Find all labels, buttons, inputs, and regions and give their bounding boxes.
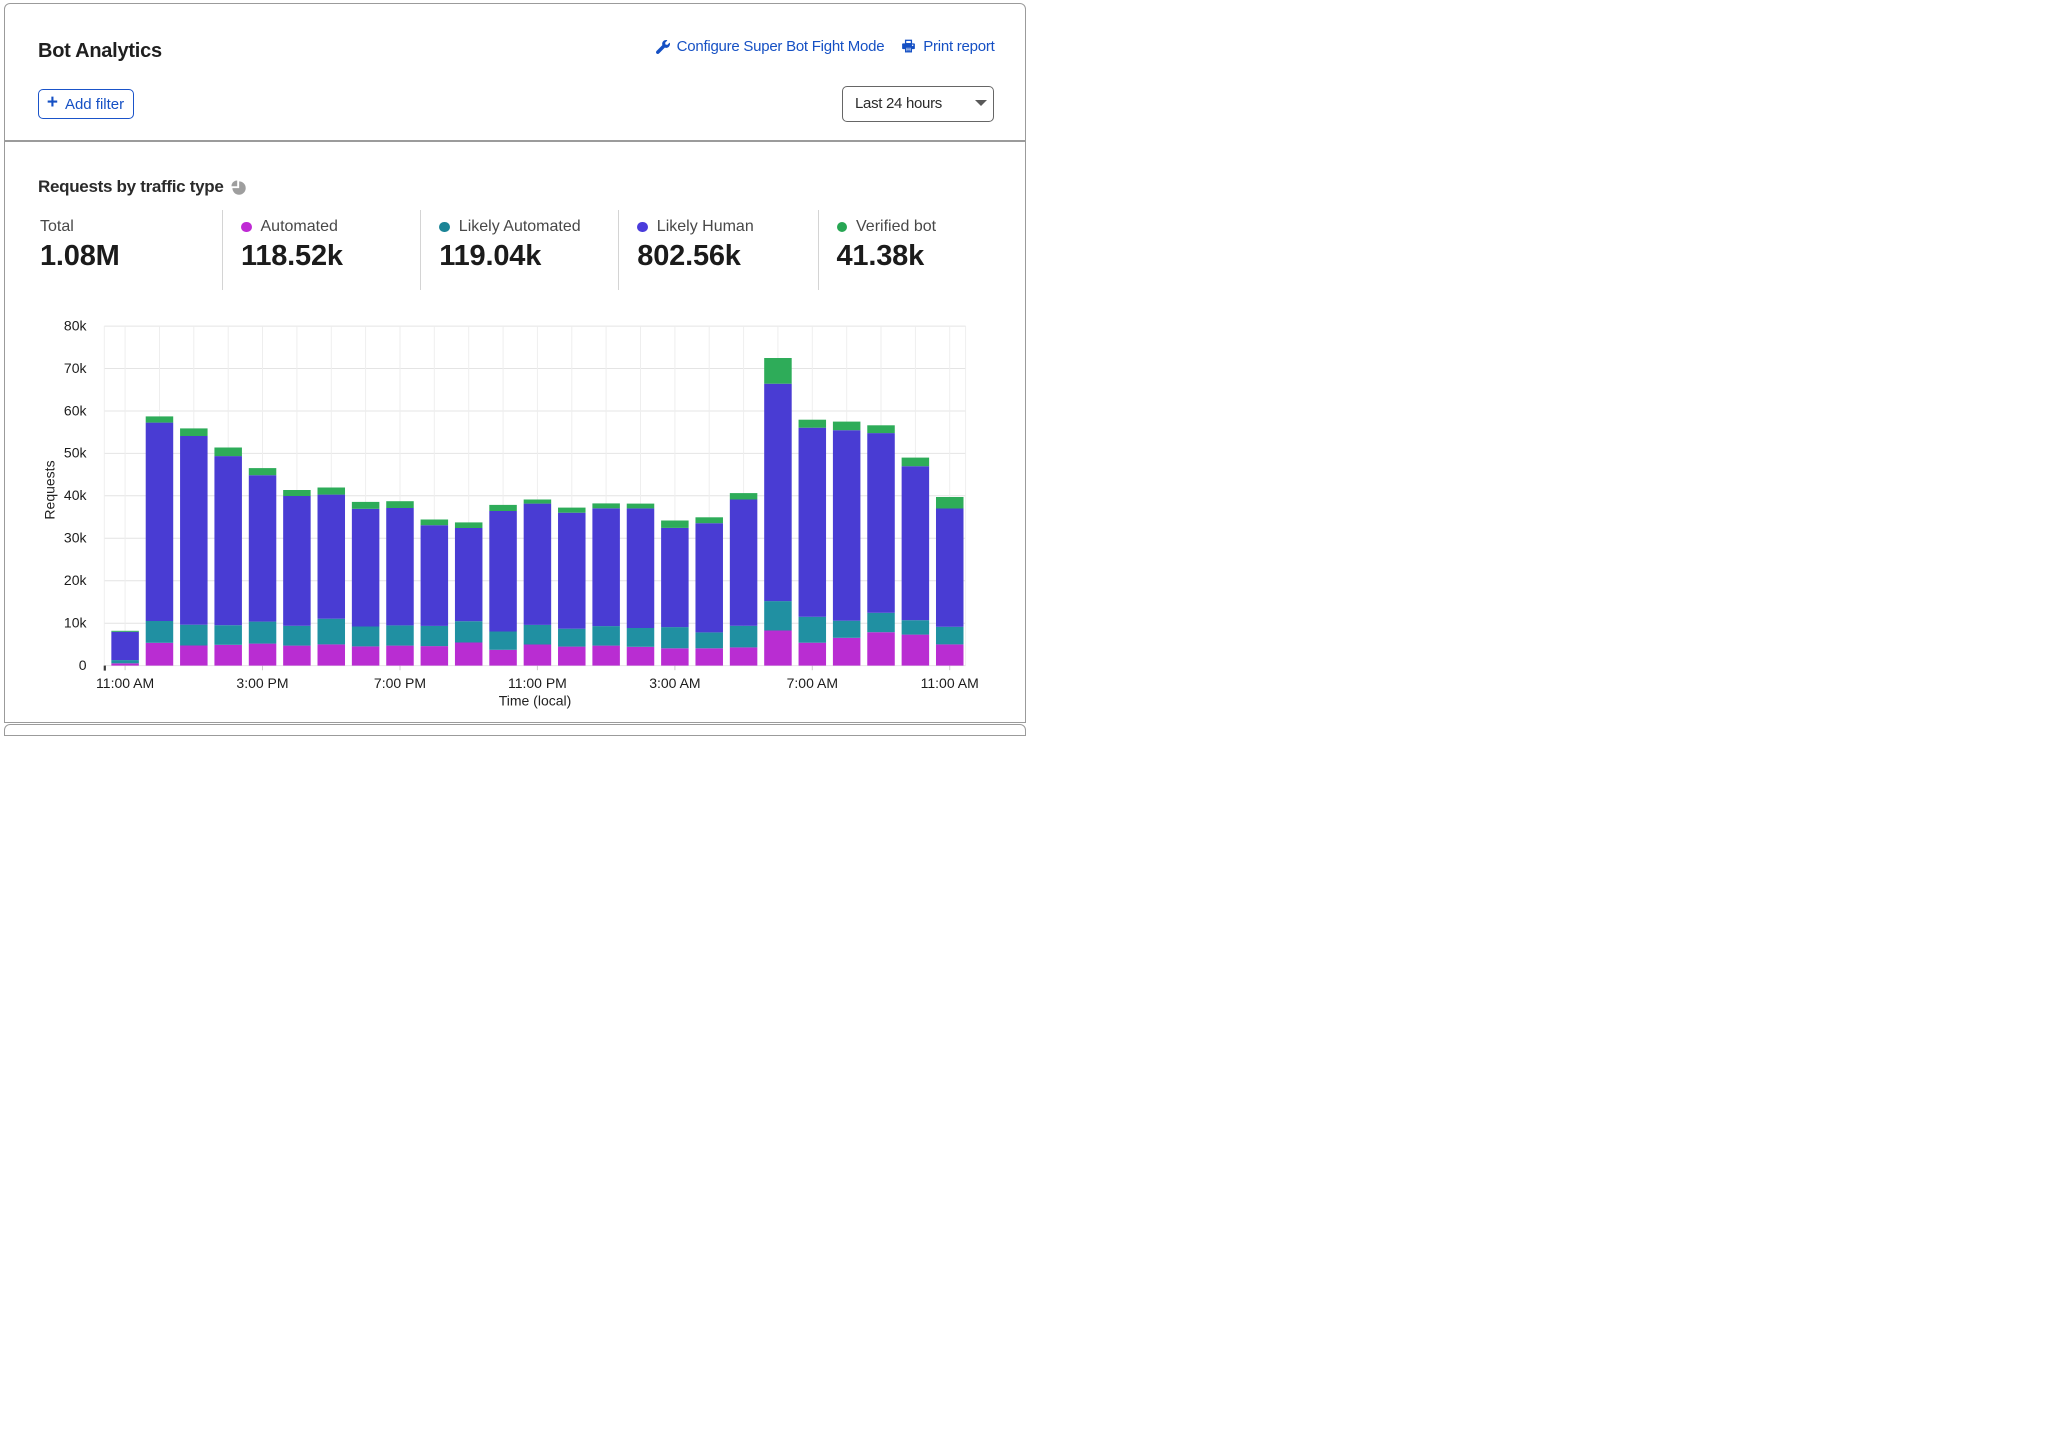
svg-text:10k: 10k [64, 615, 88, 631]
svg-text:0: 0 [79, 657, 87, 673]
svg-text:3:00 AM: 3:00 AM [649, 675, 700, 691]
svg-text:7:00 AM: 7:00 AM [787, 675, 838, 691]
svg-text:Time (local): Time (local) [499, 693, 572, 709]
svg-text:20k: 20k [64, 572, 88, 588]
svg-text:60k: 60k [64, 402, 88, 418]
svg-text:40k: 40k [64, 487, 88, 503]
svg-text:11:00 AM: 11:00 AM [96, 675, 154, 691]
svg-text:7:00 PM: 7:00 PM [374, 675, 426, 691]
svg-text:70k: 70k [64, 360, 88, 376]
svg-text:30k: 30k [64, 530, 88, 546]
svg-text:Requests: Requests [42, 460, 58, 519]
svg-text:11:00 PM: 11:00 PM [508, 675, 567, 691]
svg-text:80k: 80k [64, 317, 88, 333]
svg-text:50k: 50k [64, 445, 88, 461]
svg-text:3:00 PM: 3:00 PM [236, 675, 288, 691]
svg-text:11:00 AM: 11:00 AM [921, 675, 979, 691]
